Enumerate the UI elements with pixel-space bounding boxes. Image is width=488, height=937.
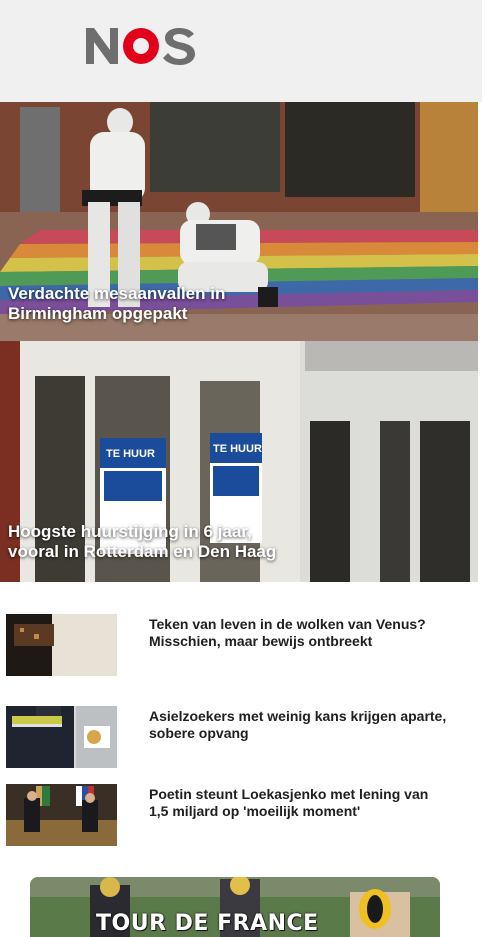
svg-text:TE HUUR: TE HUUR bbox=[106, 448, 155, 460]
article-thumbnail[interactable] bbox=[6, 706, 117, 768]
tour-de-france-banner[interactable]: TOUR DE FRANCE bbox=[30, 877, 440, 937]
banner-title[interactable]: TOUR DE FRANCE bbox=[96, 911, 319, 936]
article-title[interactable]: Asielzoekers met weinig kans krijgen apa… bbox=[149, 708, 449, 742]
article-title[interactable]: Teken van leven in de wolken van Venus? … bbox=[149, 616, 449, 650]
hero-title-line[interactable]: Birmingham opgepakt bbox=[8, 304, 466, 324]
hero-title-line[interactable]: Hoogste huurstijging in 6 jaar, bbox=[8, 522, 466, 542]
police-officer-photo bbox=[6, 706, 117, 768]
hero-title[interactable]: Verdachte mesaanvallen in Birmingham opg… bbox=[8, 284, 466, 324]
meeting-photo bbox=[6, 784, 117, 846]
article-thumbnail[interactable] bbox=[6, 614, 117, 676]
article-title[interactable]: Poetin steunt Loekasjenko met lening van… bbox=[149, 786, 449, 820]
hero-title-line[interactable]: Verdachte mesaanvallen in bbox=[8, 284, 466, 304]
nos-logo[interactable] bbox=[84, 26, 200, 66]
hero-article-2[interactable]: TE HUUR TE HUUR Hoogste huurstijging in … bbox=[0, 341, 478, 582]
header bbox=[0, 0, 482, 102]
venus-photo bbox=[6, 614, 117, 676]
hero-title[interactable]: Hoogste huurstijging in 6 jaar, vooral i… bbox=[8, 522, 466, 562]
svg-text:TE HUUR: TE HUUR bbox=[213, 443, 262, 455]
page: Verdachte mesaanvallen in Birmingham opg… bbox=[0, 0, 488, 937]
hero-article-1[interactable]: Verdachte mesaanvallen in Birmingham opg… bbox=[0, 102, 478, 341]
hero-title-line[interactable]: vooral in Rotterdam en Den Haag bbox=[8, 542, 466, 562]
article-thumbnail[interactable] bbox=[6, 784, 117, 846]
